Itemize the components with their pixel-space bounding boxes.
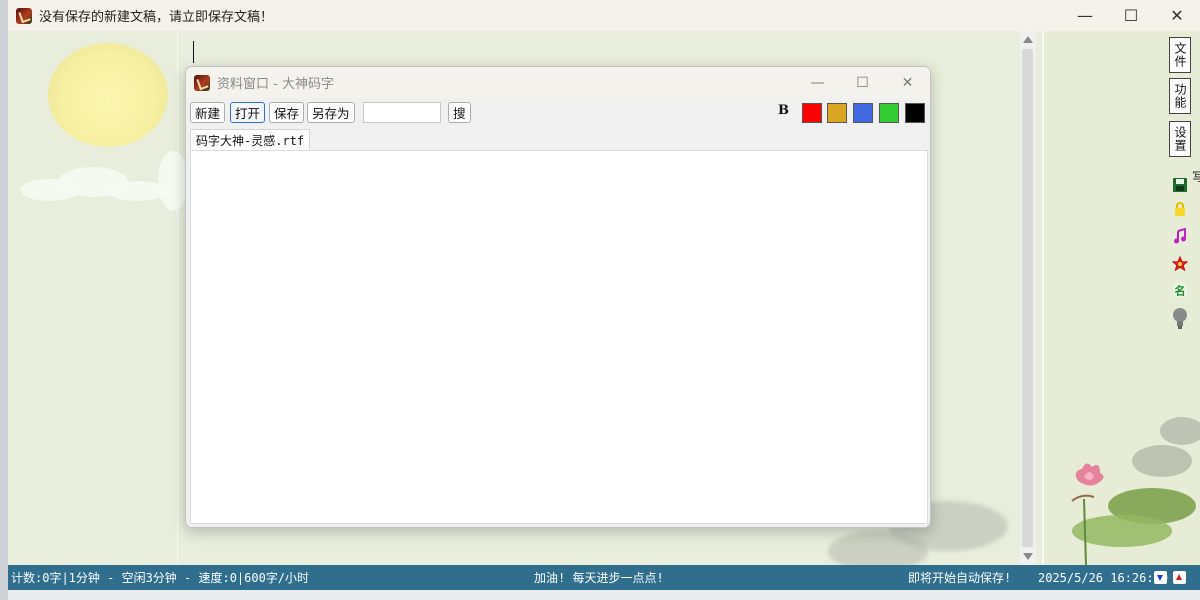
moon-decoration (48, 43, 168, 147)
color-black-swatch[interactable] (905, 103, 925, 123)
lock-icon[interactable] (1172, 201, 1188, 217)
arrow-down-icon[interactable] (1154, 571, 1167, 584)
main-titlebar: 没有保存的新建文稿，请立即保存文稿！ — ☐ ✕ (8, 0, 1200, 31)
motto-text: 加油! 每天进步一点点! (534, 571, 664, 585)
star-icon[interactable] (1172, 256, 1188, 272)
dialog-minimize-button[interactable]: — (795, 67, 840, 98)
cloud-decoration (158, 151, 188, 211)
writing-stats: 计数:0字|1分钟 - 空闲3分钟 - 速度:0|600字/小时 (11, 571, 310, 585)
lightbulb-icon[interactable] (1172, 307, 1188, 331)
color-gold-swatch[interactable] (827, 103, 847, 123)
bold-button[interactable]: B (778, 103, 789, 118)
new-button[interactable]: 新建 (190, 102, 226, 123)
search-input[interactable] (363, 102, 441, 123)
save-as-button[interactable]: 另存为 (307, 102, 355, 123)
svg-text:名: 名 (1175, 284, 1186, 298)
search-button[interactable]: 搜 (448, 102, 471, 123)
main-window-title: 没有保存的新建文稿，请立即保存文稿！ (39, 10, 274, 25)
status-bar: 计数:0字|1分钟 - 空闲3分钟 - 速度:0|600字/小时 加油! 每天进… (8, 565, 1200, 590)
tab-inspiration-rtf[interactable]: 码字大神-灵感.rtf (190, 129, 311, 150)
function-menu-button[interactable]: 功能 (1169, 78, 1191, 114)
arrow-up-icon[interactable] (1173, 571, 1186, 584)
maximize-button[interactable]: ☐ (1108, 0, 1154, 31)
side-edge-text: 写 (1192, 170, 1200, 184)
music-icon[interactable] (1172, 228, 1188, 244)
margin-line (177, 31, 178, 565)
window-bottom-edge (8, 590, 1200, 600)
file-menu-button[interactable]: 文件 (1169, 37, 1191, 73)
datetime-text: 2025/5/26 16:26:20 (1038, 570, 1169, 585)
app-logo-icon (16, 7, 32, 24)
ink-decoration (828, 531, 928, 565)
dialog-title: 资料窗口 - 大神码字 (217, 77, 334, 92)
scroll-down-icon[interactable] (1023, 553, 1033, 560)
close-button[interactable]: ✕ (1154, 0, 1200, 31)
save-button[interactable]: 保存 (269, 102, 305, 123)
color-blue-swatch[interactable] (853, 103, 873, 123)
minimize-button[interactable]: — (1062, 0, 1108, 31)
color-green-swatch[interactable] (879, 103, 899, 123)
text-caret (193, 41, 194, 63)
name-icon[interactable]: 名 (1172, 282, 1188, 298)
open-button[interactable]: 打开 (230, 102, 266, 123)
settings-menu-button[interactable]: 设置 (1169, 121, 1191, 157)
dialog-tabstrip: 码字大神-灵感.rtf (186, 127, 930, 150)
dialog-app-icon (194, 74, 210, 91)
dialog-window-controls: — ☐ ✕ (795, 67, 930, 98)
color-red-swatch[interactable] (802, 103, 822, 123)
autosave-status: 即将开始自动保存! (908, 571, 1012, 585)
notes-dialog: 资料窗口 - 大神码字 — ☐ ✕ 新建 打开 保存 另存为 搜 B 码字大神-… (185, 66, 931, 528)
dialog-titlebar[interactable]: 资料窗口 - 大神码字 — ☐ ✕ (186, 67, 930, 98)
dialog-document-area[interactable] (190, 150, 928, 524)
dialog-close-button[interactable]: ✕ (885, 67, 930, 98)
dialog-maximize-button[interactable]: ☐ (840, 67, 885, 98)
editor-scrollbar[interactable] (1020, 31, 1036, 565)
save-icon[interactable] (1172, 177, 1188, 193)
main-window-controls: — ☐ ✕ (1062, 0, 1200, 31)
scroll-up-icon[interactable] (1023, 36, 1033, 43)
scroll-thumb[interactable] (1022, 49, 1033, 547)
